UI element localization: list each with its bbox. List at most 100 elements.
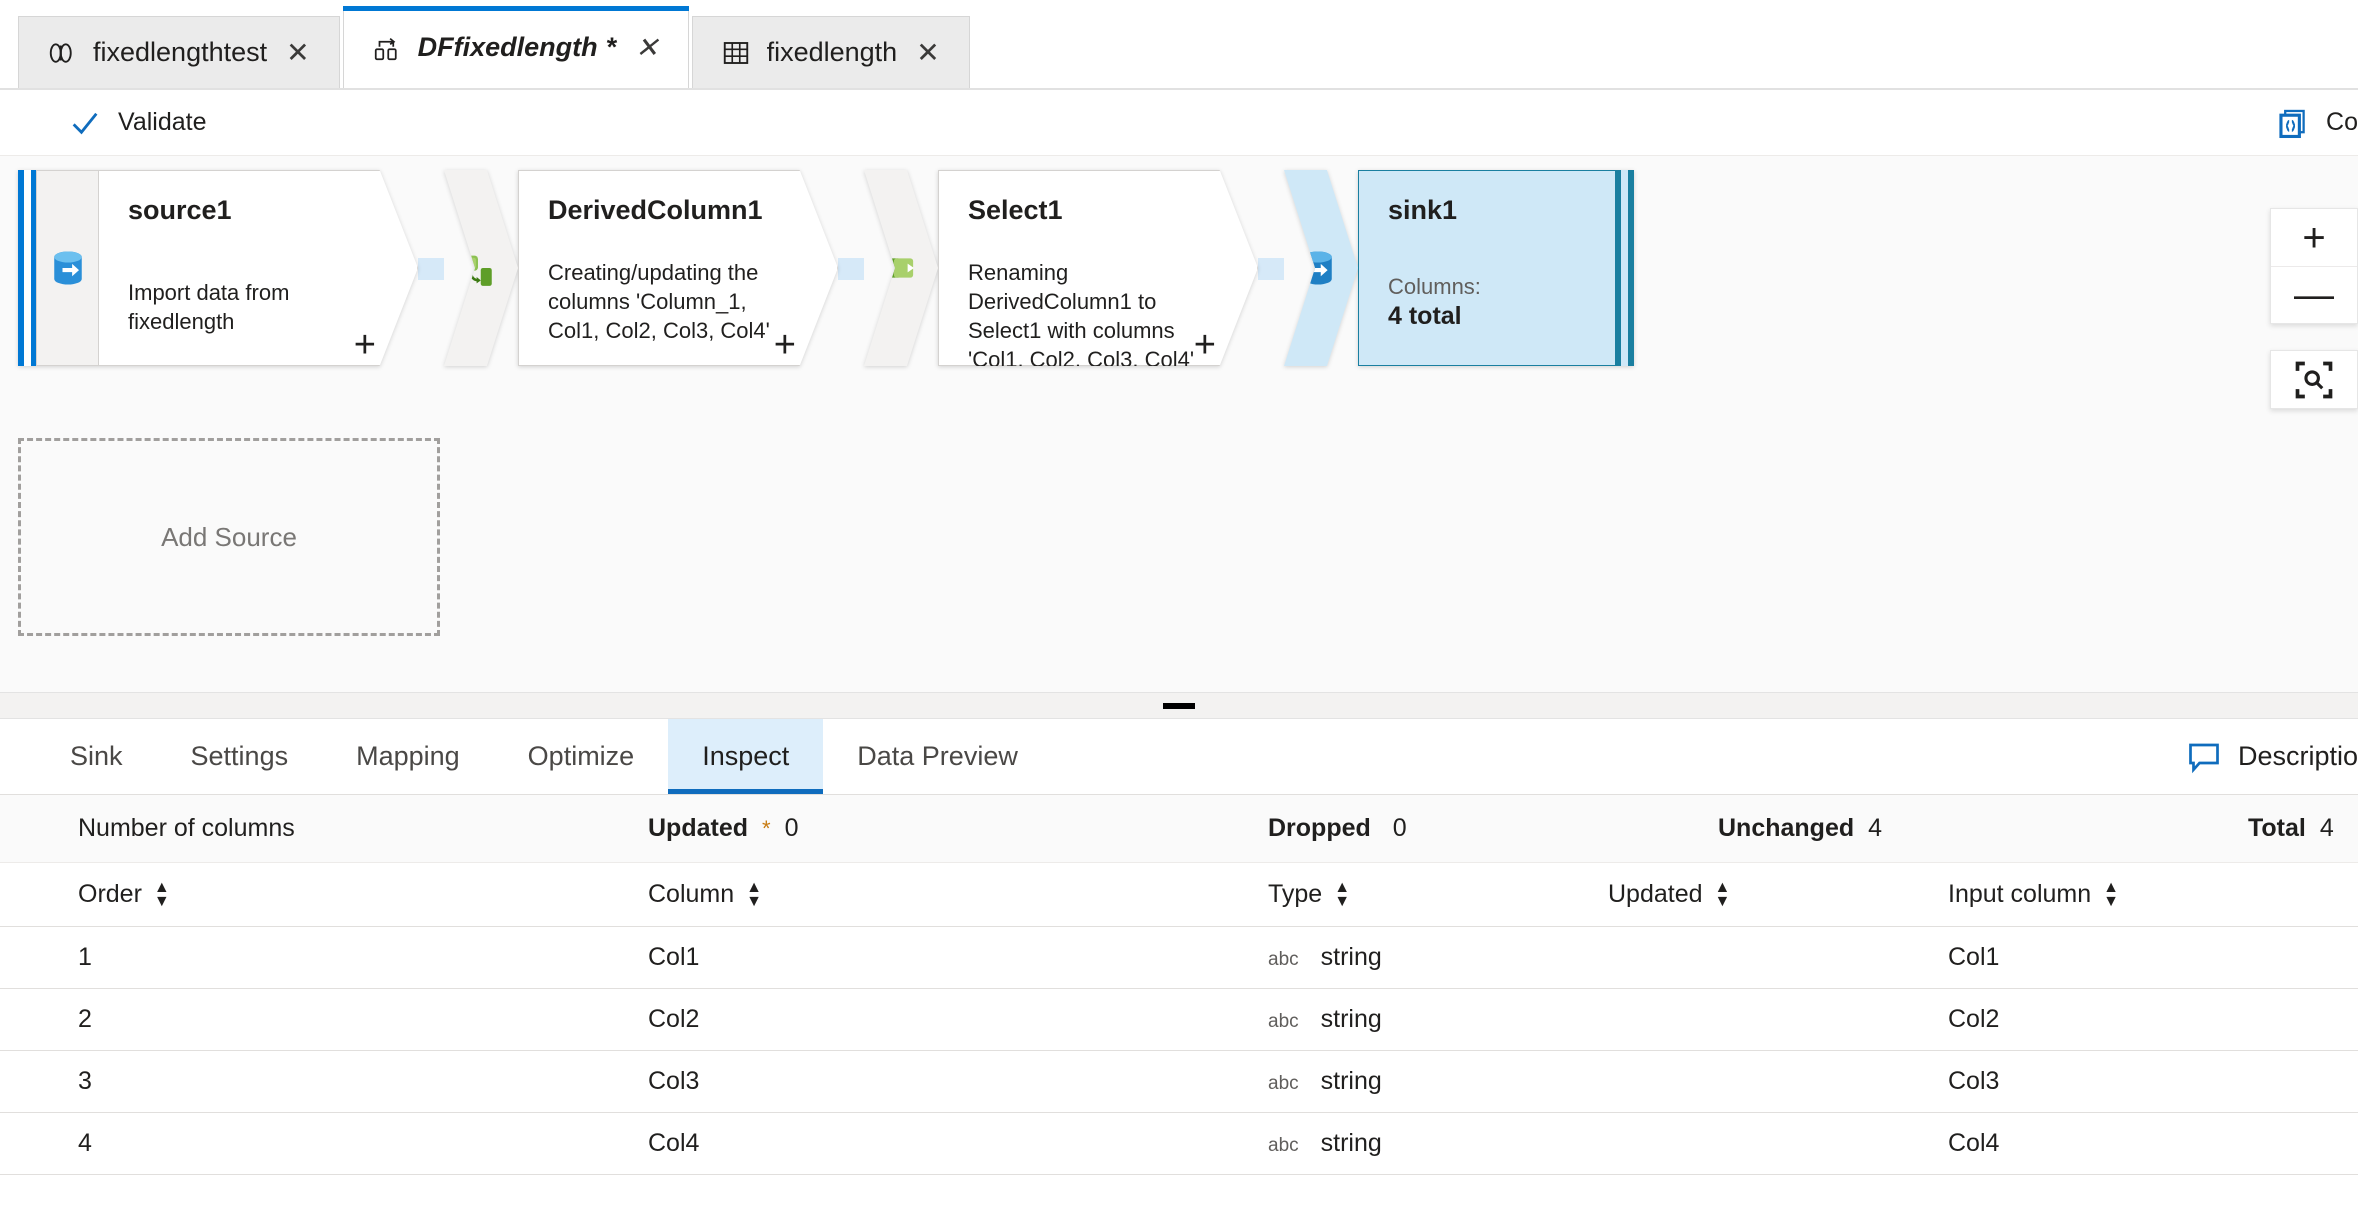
node-description: Import data from fixedlength xyxy=(128,278,366,336)
tab-close-icon[interactable]: ✕ xyxy=(913,37,942,69)
validate-button[interactable]: Validate xyxy=(58,100,217,146)
tab-label: fixedlength xyxy=(767,37,898,68)
sort-icon[interactable]: ▲▼ xyxy=(2103,882,2119,907)
code-label: Co xyxy=(2326,108,2358,137)
table-icon xyxy=(721,38,751,68)
cell-column: Col2 xyxy=(648,1005,1268,1034)
table-row[interactable]: 3 Col3 abc string Col3 xyxy=(0,1051,2358,1113)
summary-dropped-value: 0 xyxy=(1393,814,1407,843)
sort-icon[interactable]: ▲▼ xyxy=(154,882,170,907)
table-header-order[interactable]: Order ▲▼ xyxy=(78,880,648,909)
tab-dffixedlength[interactable]: DFfixedlength * ✕ xyxy=(343,6,689,88)
summary-unchanged: Unchanged 4 xyxy=(1718,814,2248,843)
table-row[interactable]: 2 Col2 abc string Col2 xyxy=(0,989,2358,1051)
panel-tab-label: Mapping xyxy=(356,741,460,772)
table-header-column[interactable]: Column ▲▼ xyxy=(648,880,1268,909)
cell-input-column: Col2 xyxy=(1948,1005,2328,1034)
splitter-grip-icon[interactable] xyxy=(1163,703,1195,709)
dataset-icon xyxy=(47,38,77,68)
cell-column: Col4 xyxy=(648,1129,1268,1158)
summary-title: Number of columns xyxy=(78,814,648,843)
description-button[interactable]: Descriptio xyxy=(2186,739,2358,775)
add-next-node-button[interactable]: + xyxy=(354,326,376,364)
summary-total: Total 4 xyxy=(2248,814,2334,843)
table-row[interactable]: 4 Col4 abc string Col4 xyxy=(0,1113,2358,1175)
table-header-input-column[interactable]: Input column ▲▼ xyxy=(1948,880,2328,909)
table-header-label: Updated xyxy=(1608,880,1703,909)
node-derivedcolumn1[interactable]: DerivedColumn1 Creating/updating the col… xyxy=(444,170,838,366)
minus-icon: — xyxy=(2294,275,2334,315)
dataflow-canvas[interactable]: source1 Import data from fixedlength + D… xyxy=(0,156,2358,693)
sort-icon[interactable]: ▲▼ xyxy=(746,882,762,907)
summary-dropped: Dropped 0 xyxy=(1268,814,1718,843)
tab-sink[interactable]: Sink xyxy=(36,719,157,794)
abc-type-icon: abc xyxy=(1268,1011,1299,1033)
cell-type: abc string xyxy=(1268,943,1608,972)
connector-line xyxy=(418,258,444,280)
add-next-node-button[interactable]: + xyxy=(774,326,796,364)
sink-columns-label: Columns: xyxy=(1388,274,1481,300)
cell-column-value: Col2 xyxy=(648,1005,699,1034)
table-header-type[interactable]: Type ▲▼ xyxy=(1268,880,1608,909)
table-header-label: Type xyxy=(1268,880,1322,909)
abc-type-icon: abc xyxy=(1268,1135,1299,1157)
connector-line xyxy=(1258,258,1284,280)
tab-mapping[interactable]: Mapping xyxy=(322,719,494,794)
panel-splitter[interactable] xyxy=(0,693,2358,719)
node-body: DerivedColumn1 Creating/updating the col… xyxy=(518,170,838,366)
abc-type-icon: abc xyxy=(1268,1073,1299,1095)
cell-order: 2 xyxy=(78,1005,648,1034)
table-row[interactable]: 1 Col1 abc string Col1 xyxy=(0,927,2358,989)
node-select1[interactable]: Select1 Renaming DerivedColumn1 to Selec… xyxy=(864,170,1258,366)
validate-label: Validate xyxy=(118,108,207,137)
tab-close-icon[interactable]: ✕ xyxy=(632,32,661,64)
node-icon-cell xyxy=(1284,170,1358,366)
cell-column-value: Col1 xyxy=(648,943,699,972)
select-icon xyxy=(876,246,920,290)
summary-updated-star: * xyxy=(762,816,771,842)
tab-close-icon[interactable]: ✕ xyxy=(283,37,312,69)
cell-type-value: string xyxy=(1321,1005,1382,1034)
tab-fixedlengthtest[interactable]: fixedlengthtest ✕ xyxy=(18,16,340,88)
panel-tab-label: Settings xyxy=(191,741,289,772)
zoom-in-button[interactable]: + xyxy=(2271,209,2357,266)
sink-database-icon xyxy=(1296,246,1340,290)
summary-updated: Updated* 0 xyxy=(648,814,1268,843)
node-selection-accent xyxy=(1616,170,1634,366)
tab-inspect[interactable]: Inspect xyxy=(668,719,823,794)
fit-to-screen-icon xyxy=(2292,358,2336,402)
sort-icon[interactable]: ▲▼ xyxy=(1715,882,1731,907)
sort-icon[interactable]: ▲▼ xyxy=(1334,882,1350,907)
tab-optimize[interactable]: Optimize xyxy=(494,719,669,794)
connector-line xyxy=(838,258,864,280)
node-icon-cell xyxy=(444,170,518,366)
tab-settings[interactable]: Settings xyxy=(157,719,323,794)
cell-input-column: Col3 xyxy=(1948,1067,2328,1096)
properties-panel-tabs: Sink Settings Mapping Optimize Inspect D… xyxy=(0,719,2358,795)
node-sink1[interactable]: sink1 Columns: 4 total xyxy=(1284,170,1634,366)
table-header-label: Input column xyxy=(1948,880,2091,909)
tab-fixedlength[interactable]: fixedlength ✕ xyxy=(692,16,970,88)
node-source1[interactable]: source1 Import data from fixedlength + xyxy=(18,170,418,366)
tab-data-preview[interactable]: Data Preview xyxy=(823,719,1052,794)
code-button[interactable]: Co xyxy=(2266,100,2358,146)
zoom-out-button[interactable]: — xyxy=(2271,266,2357,323)
summary-unchanged-value: 4 xyxy=(1868,814,1882,843)
canvas-zoom-controls: + — xyxy=(2270,208,2358,409)
tab-dirty-indicator: * xyxy=(606,32,617,63)
table-header-updated[interactable]: Updated ▲▼ xyxy=(1608,880,1948,909)
node-body: source1 Import data from fixedlength + xyxy=(98,170,418,366)
add-source-placeholder[interactable]: Add Source xyxy=(18,438,440,636)
summary-dropped-label: Dropped xyxy=(1268,814,1371,843)
add-next-node-button[interactable]: + xyxy=(1194,326,1216,364)
cell-column: Col3 xyxy=(648,1067,1268,1096)
derived-column-icon xyxy=(456,246,500,290)
summary-total-label: Total xyxy=(2248,814,2306,843)
editor-tab-strip: fixedlengthtest ✕ DFfixedlength * ✕ fixe… xyxy=(0,0,2358,90)
fit-to-screen-button[interactable] xyxy=(2271,351,2357,408)
cell-type-value: string xyxy=(1321,1067,1382,1096)
abc-type-icon: abc xyxy=(1268,949,1299,971)
cell-column-value: Col4 xyxy=(648,1129,699,1158)
cell-order: 3 xyxy=(78,1067,648,1096)
dataflow-icon xyxy=(372,33,402,63)
